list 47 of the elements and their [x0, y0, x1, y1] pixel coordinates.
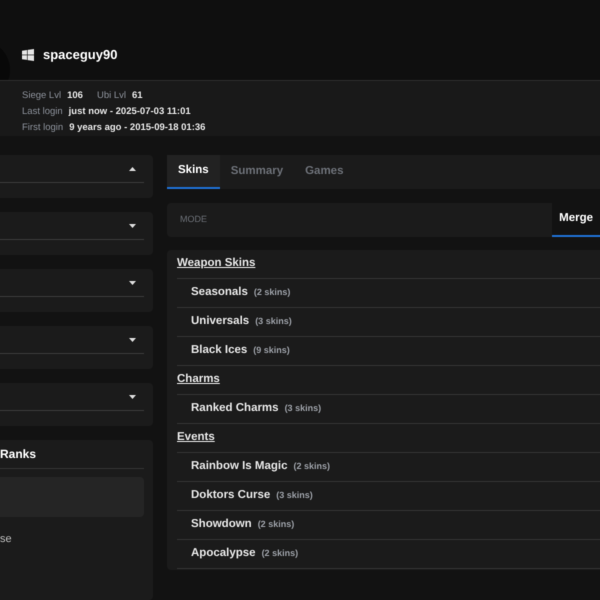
category-link[interactable]: Charms — [177, 371, 220, 389]
skin-row[interactable]: Showdown (2 skins) — [177, 511, 600, 540]
stat-label: Ubi Lvl — [96, 89, 126, 103]
skin-name: Black Ices — [191, 343, 248, 358]
skin-count: (2 skins) — [294, 460, 330, 474]
skin-name: Ranked Charms — [191, 401, 279, 416]
login-label: Last login — [22, 105, 63, 119]
category-link[interactable]: Events — [177, 429, 215, 447]
skin-row[interactable]: Apocalypse (2 skins) — [177, 540, 600, 569]
skin-count: (3 skins) — [284, 402, 322, 416]
windows-logo-icon — [22, 49, 34, 61]
login-value: 9 years ago - 2015-09-18 01:36 — [69, 121, 206, 135]
skin-name: Seasonals — [191, 285, 248, 300]
skin-count: (2 skins) — [254, 286, 290, 300]
skin-row[interactable]: Doktors Curse (3 skins) — [177, 482, 600, 511]
skin-row[interactable]: Rainbow Is Magic (2 skins) — [177, 453, 600, 482]
stat-value: 106 — [67, 89, 83, 103]
filter-dropdown[interactable] — [0, 212, 153, 255]
skin-name: Rainbow Is Magic — [191, 459, 288, 474]
panel-title: Ranks — [0, 446, 36, 463]
mode-label: MODE — [179, 213, 207, 226]
login-label: First login — [22, 121, 64, 135]
skin-row[interactable]: Universals (3 skins) — [177, 308, 600, 337]
skin-count: (3 skins) — [255, 315, 292, 328]
mode-option[interactable]: Merge — [552, 203, 600, 237]
filter-dropdown[interactable] — [0, 383, 153, 426]
rank-item: se — [0, 532, 13, 547]
skin-count: (2 skins) — [262, 547, 298, 560]
filter-dropdown[interactable] — [0, 269, 153, 312]
tab[interactable]: Skins — [167, 155, 220, 189]
login-value: just now - 2025-07-03 11:01 — [68, 105, 191, 119]
skin-row[interactable]: Black Ices (9 skins) — [177, 337, 600, 366]
skin-count: (9 skins) — [253, 344, 290, 358]
stat-value: 61 — [132, 89, 143, 103]
skin-name: Doktors Curse — [191, 488, 270, 504]
username: spaceguy90 — [43, 46, 118, 64]
filter-dropdown[interactable] — [0, 326, 153, 369]
skin-row[interactable]: Seasonals (2 skins) — [177, 279, 600, 308]
filter-dropdown[interactable] — [0, 155, 153, 198]
skin-name: Showdown — [191, 517, 252, 532]
skin-count: (3 skins) — [276, 489, 313, 502]
category-link[interactable]: Weapon Skins — [177, 255, 256, 273]
skin-count: (2 skins) — [258, 518, 294, 532]
skin-name: Apocalypse — [191, 546, 256, 562]
skin-name: Universals — [191, 314, 250, 330]
skin-row[interactable]: Ranked Charms (3 skins) — [177, 395, 600, 424]
stat-label: Siege Lvl — [22, 89, 62, 103]
